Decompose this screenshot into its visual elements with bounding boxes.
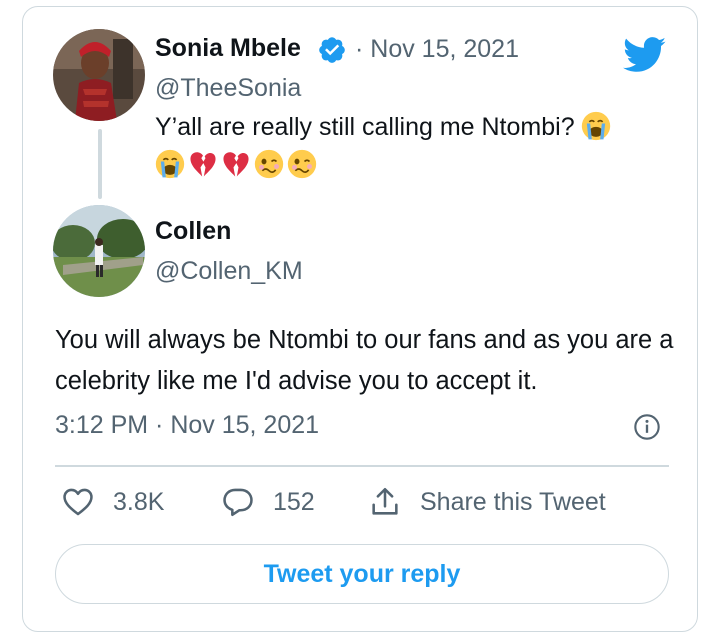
author-handle-original[interactable]: @TheeSonia [155, 74, 301, 103]
reply-bubble-icon [223, 488, 253, 517]
tweet-card: Sonia Mbele · Nov 15, 2021 @TheeSonia Y’… [22, 6, 698, 632]
original-tweet-date[interactable]: · Nov 15, 2021 [355, 35, 519, 64]
reply-tweet-text: You will always be Ntombi to our fans an… [55, 326, 674, 395]
avatar-sonia[interactable] [53, 29, 145, 121]
original-tweet-text: Y’all are really still calling me Ntombi… [155, 111, 611, 142]
avatar-collen[interactable] [53, 205, 145, 297]
loudly-crying-face-icon [155, 149, 185, 179]
heart-icon [63, 488, 93, 516]
like-button[interactable]: 3.8K [61, 485, 164, 519]
broken-heart-icon [190, 152, 216, 177]
broken-heart-icon [223, 152, 249, 177]
original-tweet-text-body: Y’all are really still calling me Ntombi… [155, 113, 575, 141]
loudly-crying-face-icon [581, 111, 611, 141]
author-handle-reply[interactable]: @Collen_KM [155, 257, 303, 286]
share-upload-icon [372, 487, 398, 515]
twitter-bird-icon[interactable] [623, 37, 667, 73]
emoji-row [155, 149, 317, 179]
like-count: 3.8K [113, 487, 165, 516]
verified-badge-icon [319, 37, 345, 63]
reply-count: 152 [273, 487, 315, 516]
divider [55, 465, 669, 467]
tweet-timestamp[interactable]: 3:12 PM · Nov 15, 2021 [55, 411, 319, 440]
share-button[interactable]: Share this Tweet [368, 485, 606, 519]
info-icon[interactable] [633, 413, 661, 441]
thread-connector-line [98, 129, 102, 199]
author-name-original[interactable]: Sonia Mbele [155, 34, 301, 63]
tweet-your-reply-button[interactable]: Tweet your reply [55, 544, 669, 604]
share-label: Share this Tweet [420, 487, 606, 516]
woozy-face-icon [254, 149, 284, 179]
woozy-face-icon [287, 149, 317, 179]
reply-button[interactable]: 152 [221, 485, 315, 519]
author-name-reply[interactable]: Collen [155, 217, 231, 246]
